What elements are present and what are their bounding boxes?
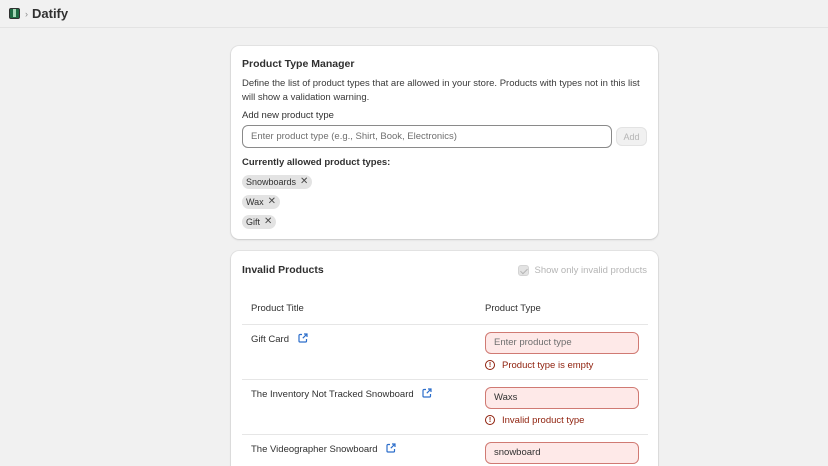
product-title: The Videographer Snowboard (251, 443, 378, 455)
products-table: Product Title Product Type Gift Card ! P… (242, 294, 648, 466)
card-title: Product Type Manager (242, 58, 355, 70)
card-title: Invalid Products (242, 263, 324, 276)
column-header: Product Type (476, 294, 648, 325)
tag-label: Snowboards (246, 177, 297, 187)
product-title: The Inventory Not Tracked Snowboard (251, 388, 414, 400)
remove-tag-icon[interactable]: ✕ (300, 177, 308, 187)
show-invalid-filter[interactable]: Show only invalid products (517, 265, 647, 276)
tag-label: Gift (246, 217, 261, 227)
add-type-label: Add new product type (242, 110, 334, 121)
product-type-field[interactable] (485, 386, 639, 409)
type-tag: Snowboards ✕ (242, 175, 313, 189)
allowed-types-list: Snowboards ✕ Wax ✕ Gift ✕ (242, 175, 647, 229)
product-type-manager-card: Product Type Manager Define the list of … (231, 46, 658, 239)
remove-tag-icon[interactable]: ✕ (264, 217, 272, 227)
invalid-products-card: Invalid Products Show only invalid produ… (231, 251, 658, 466)
tag-label: Wax (246, 197, 264, 207)
table-row: The Inventory Not Tracked Snowboard ! In… (242, 379, 648, 435)
app-logo-icon (9, 8, 20, 19)
external-link-icon[interactable] (422, 387, 432, 401)
checkbox-icon[interactable] (517, 265, 529, 276)
chevron-right-icon: › (25, 8, 28, 19)
column-header: Product Title (242, 294, 476, 325)
error-message: ! Invalid product type (485, 415, 639, 426)
product-type-input[interactable] (242, 125, 613, 148)
product-title: Gift Card (251, 333, 290, 345)
app-title: Datify (32, 6, 69, 21)
type-tag: Gift ✕ (242, 215, 277, 229)
external-link-icon[interactable] (386, 442, 396, 456)
allowed-types-label: Currently allowed product types: (242, 157, 391, 168)
type-tag: Wax ✕ (242, 195, 281, 209)
product-type-field[interactable] (485, 441, 639, 464)
external-link-icon[interactable] (298, 332, 308, 346)
error-text: Invalid product type (502, 414, 585, 426)
add-button[interactable]: Add (616, 127, 647, 146)
alert-circle-icon: ! (485, 415, 495, 425)
error-message: ! Product type is empty (485, 360, 639, 371)
remove-tag-icon[interactable]: ✕ (268, 197, 276, 207)
top-bar: › Datify (0, 0, 828, 28)
table-row: The Videographer Snowboard (242, 434, 648, 466)
filter-label: Show only invalid products (534, 265, 647, 276)
error-text: Product type is empty (502, 359, 594, 371)
table-row: Gift Card ! Product type is empty (242, 324, 648, 380)
alert-circle-icon: ! (485, 360, 495, 370)
card-description: Define the list of product types that ar… (242, 78, 640, 103)
product-type-field[interactable] (485, 331, 639, 354)
